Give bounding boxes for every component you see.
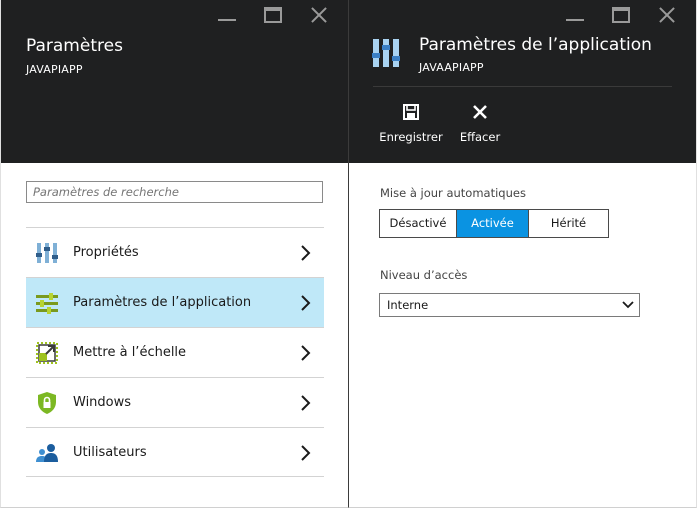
users-icon [36,444,58,462]
close-icon[interactable] [644,4,690,26]
menu-item-label: Propriétés [73,245,139,260]
menu-item-properties[interactable]: Propriétés [26,227,324,277]
close-icon[interactable] [296,4,342,26]
auto-update-label: Mise à jour automatiques [380,186,526,200]
save-label: Enregistrer [379,130,443,144]
menu-item-label: Windows [73,395,132,410]
auto-update-option-inherited[interactable]: Hérité [528,210,608,237]
minimize-icon[interactable] [552,4,598,26]
chevron-down-icon [622,301,634,309]
discard-label: Effacer [459,130,501,144]
blade-title: Paramètres [26,36,123,56]
search-settings-input[interactable] [26,181,323,203]
window-controls [552,4,690,26]
save-icon [403,104,419,120]
access-level-label: Niveau d’accès [380,268,468,282]
maximize-icon[interactable] [598,4,644,26]
menu-item-label: Paramètres de l’application [73,295,252,310]
chevron-right-icon [301,245,311,261]
access-level-dropdown[interactable]: Interne [379,293,640,317]
access-level-value: Interne [387,298,429,312]
blade-subtitle: JAVAAPIAPP [419,61,484,74]
app-settings-icon [36,293,58,314]
chevron-right-icon [301,395,311,411]
minimize-icon[interactable] [204,4,250,26]
scale-icon [36,342,58,364]
app-settings-blade: Paramètres de l’application JAVAAPIAPP E… [348,0,697,508]
auto-update-option-on[interactable]: Activée [456,210,528,237]
menu-item-label: Utilisateurs [73,445,147,460]
discard-x-icon [473,105,487,119]
auto-update-option-off[interactable]: Désactivé [380,210,456,237]
chevron-right-icon [301,295,311,311]
chevron-right-icon [301,445,311,461]
menu-item-app-settings[interactable]: Paramètres de l’application [26,277,324,327]
windows-shield-icon [38,392,56,414]
settings-menu: Propriétés Paramètres de l’application M… [26,227,324,477]
discard-button[interactable]: Effacer [453,102,507,144]
settings-blade: Paramètres JAVAPIAPP Propriétés [0,0,348,508]
settings-blade-header: Paramètres JAVAPIAPP [1,0,348,163]
app-settings-blade-header: Paramètres de l’application JAVAAPIAPP E… [349,0,696,163]
app-settings-sliders-icon [372,39,400,67]
window-controls [204,4,342,26]
auto-update-toggle: Désactivé Activée Hérité [379,209,609,238]
header-divider [373,86,672,87]
menu-item-scale[interactable]: Mettre à l’échelle [26,327,324,377]
menu-item-users[interactable]: Utilisateurs [26,427,324,477]
maximize-icon[interactable] [250,4,296,26]
properties-sliders-icon [36,243,58,263]
menu-item-label: Mettre à l’échelle [73,345,187,360]
blade-subtitle: JAVAPIAPP [26,63,83,76]
blade-title: Paramètres de l’application [419,35,652,55]
save-button[interactable]: Enregistrer [379,102,443,144]
menu-item-windows[interactable]: Windows [26,377,324,427]
chevron-right-icon [301,345,311,361]
